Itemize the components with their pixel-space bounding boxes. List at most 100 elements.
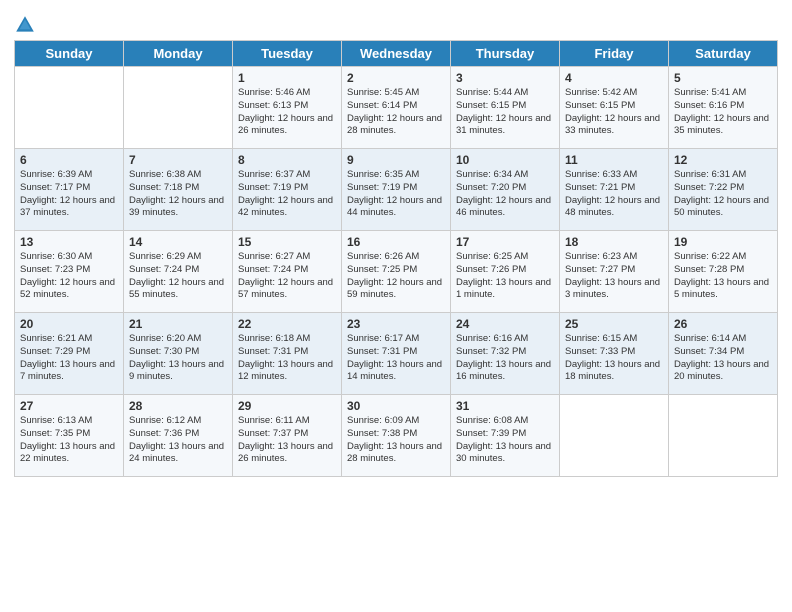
calendar-cell: [669, 395, 778, 477]
calendar-cell: 1 Sunrise: 5:46 AM Sunset: 6:13 PM Daylig…: [233, 67, 342, 149]
day-info: Sunrise: 6:12 AM Sunset: 7:36 PM Dayligh…: [129, 415, 227, 466]
week-row-3: 20Sunrise: 6:21 AM Sunset: 7:29 PM Dayli…: [15, 313, 778, 395]
day-number: 25: [565, 317, 663, 331]
day-number: 30: [347, 399, 445, 413]
day-info: Sunrise: 6:13 AM Sunset: 7:35 PM Dayligh…: [20, 415, 118, 466]
calendar-cell: 2 Sunrise: 5:45 AM Sunset: 6:14 PM Daylig…: [342, 67, 451, 149]
calendar-cell: 14 Sunrise: 6:29 AM Sunset: 7:24 PM Dayli…: [124, 231, 233, 313]
day-info: Sunrise: 6:23 AM Sunset: 7:27 PM Dayligh…: [565, 251, 663, 302]
calendar-cell: 22 Sunrise: 6:18 AM Sunset: 7:31 PM Dayli…: [233, 313, 342, 395]
header-day-saturday: Saturday: [669, 41, 778, 67]
calendar-cell: 5 Sunrise: 5:41 AM Sunset: 6:16 PM Daylig…: [669, 67, 778, 149]
day-number: 19: [674, 235, 772, 249]
day-number: 26: [674, 317, 772, 331]
day-info: Sunrise: 5:44 AM Sunset: 6:15 PM Dayligh…: [456, 87, 554, 138]
day-info: Sunrise: 6:18 AM Sunset: 7:31 PM Dayligh…: [238, 333, 336, 384]
calendar-cell: 30 Sunrise: 6:09 AM Sunset: 7:38 PM Dayli…: [342, 395, 451, 477]
day-info: Sunrise: 6:33 AM Sunset: 7:21 PM Dayligh…: [565, 169, 663, 220]
page: SundayMondayTuesdayWednesdayThursdayFrid…: [0, 0, 792, 612]
day-info: Sunrise: 5:46 AM Sunset: 6:13 PM Dayligh…: [238, 87, 336, 138]
day-number: 13: [20, 235, 118, 249]
calendar-cell: 28 Sunrise: 6:12 AM Sunset: 7:36 PM Dayli…: [124, 395, 233, 477]
calendar-cell: 8 Sunrise: 6:37 AM Sunset: 7:19 PM Daylig…: [233, 149, 342, 231]
day-info: Sunrise: 6:14 AM Sunset: 7:34 PM Dayligh…: [674, 333, 772, 384]
day-number: 8: [238, 153, 336, 167]
calendar-cell: 25Sunrise: 6:15 AM Sunset: 7:33 PM Dayli…: [560, 313, 669, 395]
day-info: Sunrise: 6:11 AM Sunset: 7:37 PM Dayligh…: [238, 415, 336, 466]
calendar-cell: 19 Sunrise: 6:22 AM Sunset: 7:28 PM Dayli…: [669, 231, 778, 313]
day-info: Sunrise: 6:25 AM Sunset: 7:26 PM Dayligh…: [456, 251, 554, 302]
day-number: 29: [238, 399, 336, 413]
day-number: 10: [456, 153, 554, 167]
day-number: 4: [565, 71, 663, 85]
calendar-header: SundayMondayTuesdayWednesdayThursdayFrid…: [15, 41, 778, 67]
day-number: 6: [20, 153, 118, 167]
logo-icon: [14, 14, 36, 36]
day-number: 9: [347, 153, 445, 167]
day-info: Sunrise: 5:45 AM Sunset: 6:14 PM Dayligh…: [347, 87, 445, 138]
calendar-cell: 9Sunrise: 6:35 AM Sunset: 7:19 PM Daylig…: [342, 149, 451, 231]
header-day-monday: Monday: [124, 41, 233, 67]
day-number: 15: [238, 235, 336, 249]
day-info: Sunrise: 6:29 AM Sunset: 7:24 PM Dayligh…: [129, 251, 227, 302]
day-info: Sunrise: 6:22 AM Sunset: 7:28 PM Dayligh…: [674, 251, 772, 302]
day-info: Sunrise: 6:20 AM Sunset: 7:30 PM Dayligh…: [129, 333, 227, 384]
day-info: Sunrise: 6:38 AM Sunset: 7:18 PM Dayligh…: [129, 169, 227, 220]
calendar-cell: [560, 395, 669, 477]
day-number: 2: [347, 71, 445, 85]
calendar-cell: 10 Sunrise: 6:34 AM Sunset: 7:20 PM Dayli…: [451, 149, 560, 231]
week-row-4: 27Sunrise: 6:13 AM Sunset: 7:35 PM Dayli…: [15, 395, 778, 477]
calendar-cell: 20Sunrise: 6:21 AM Sunset: 7:29 PM Dayli…: [15, 313, 124, 395]
calendar-cell: 24 Sunrise: 6:16 AM Sunset: 7:32 PM Dayli…: [451, 313, 560, 395]
calendar-cell: [15, 67, 124, 149]
day-number: 14: [129, 235, 227, 249]
day-number: 3: [456, 71, 554, 85]
day-number: 1: [238, 71, 336, 85]
calendar-cell: 27Sunrise: 6:13 AM Sunset: 7:35 PM Dayli…: [15, 395, 124, 477]
calendar-table: SundayMondayTuesdayWednesdayThursdayFrid…: [14, 40, 778, 477]
day-info: Sunrise: 6:17 AM Sunset: 7:31 PM Dayligh…: [347, 333, 445, 384]
header: [14, 10, 778, 36]
day-number: 28: [129, 399, 227, 413]
day-number: 21: [129, 317, 227, 331]
calendar-cell: 12Sunrise: 6:31 AM Sunset: 7:22 PM Dayli…: [669, 149, 778, 231]
day-number: 7: [129, 153, 227, 167]
day-info: Sunrise: 6:39 AM Sunset: 7:17 PM Dayligh…: [20, 169, 118, 220]
day-number: 17: [456, 235, 554, 249]
calendar-cell: 3 Sunrise: 5:44 AM Sunset: 6:15 PM Daylig…: [451, 67, 560, 149]
logo: [14, 14, 40, 36]
calendar-cell: 29 Sunrise: 6:11 AM Sunset: 7:37 PM Dayli…: [233, 395, 342, 477]
day-number: 24: [456, 317, 554, 331]
day-number: 11: [565, 153, 663, 167]
calendar-cell: 11 Sunrise: 6:33 AM Sunset: 7:21 PM Dayli…: [560, 149, 669, 231]
day-info: Sunrise: 6:37 AM Sunset: 7:19 PM Dayligh…: [238, 169, 336, 220]
day-number: 16: [347, 235, 445, 249]
calendar-cell: 31Sunrise: 6:08 AM Sunset: 7:39 PM Dayli…: [451, 395, 560, 477]
calendar-cell: 26 Sunrise: 6:14 AM Sunset: 7:34 PM Dayli…: [669, 313, 778, 395]
header-day-tuesday: Tuesday: [233, 41, 342, 67]
day-number: 18: [565, 235, 663, 249]
header-day-sunday: Sunday: [15, 41, 124, 67]
header-day-thursday: Thursday: [451, 41, 560, 67]
day-number: 22: [238, 317, 336, 331]
calendar-cell: 21 Sunrise: 6:20 AM Sunset: 7:30 PM Dayli…: [124, 313, 233, 395]
week-row-1: 6 Sunrise: 6:39 AM Sunset: 7:17 PM Daylig…: [15, 149, 778, 231]
day-info: Sunrise: 6:34 AM Sunset: 7:20 PM Dayligh…: [456, 169, 554, 220]
day-info: Sunrise: 6:27 AM Sunset: 7:24 PM Dayligh…: [238, 251, 336, 302]
day-info: Sunrise: 6:16 AM Sunset: 7:32 PM Dayligh…: [456, 333, 554, 384]
day-number: 23: [347, 317, 445, 331]
day-number: 20: [20, 317, 118, 331]
calendar-cell: 7 Sunrise: 6:38 AM Sunset: 7:18 PM Daylig…: [124, 149, 233, 231]
day-info: Sunrise: 6:31 AM Sunset: 7:22 PM Dayligh…: [674, 169, 772, 220]
week-row-2: 13Sunrise: 6:30 AM Sunset: 7:23 PM Dayli…: [15, 231, 778, 313]
header-day-friday: Friday: [560, 41, 669, 67]
header-row: SundayMondayTuesdayWednesdayThursdayFrid…: [15, 41, 778, 67]
calendar-body: 1 Sunrise: 5:46 AM Sunset: 6:13 PM Daylig…: [15, 67, 778, 477]
day-info: Sunrise: 5:41 AM Sunset: 6:16 PM Dayligh…: [674, 87, 772, 138]
day-info: Sunrise: 6:09 AM Sunset: 7:38 PM Dayligh…: [347, 415, 445, 466]
calendar-cell: 23 Sunrise: 6:17 AM Sunset: 7:31 PM Dayli…: [342, 313, 451, 395]
day-info: Sunrise: 5:42 AM Sunset: 6:15 PM Dayligh…: [565, 87, 663, 138]
calendar-cell: [124, 67, 233, 149]
day-number: 5: [674, 71, 772, 85]
calendar-cell: 13Sunrise: 6:30 AM Sunset: 7:23 PM Dayli…: [15, 231, 124, 313]
